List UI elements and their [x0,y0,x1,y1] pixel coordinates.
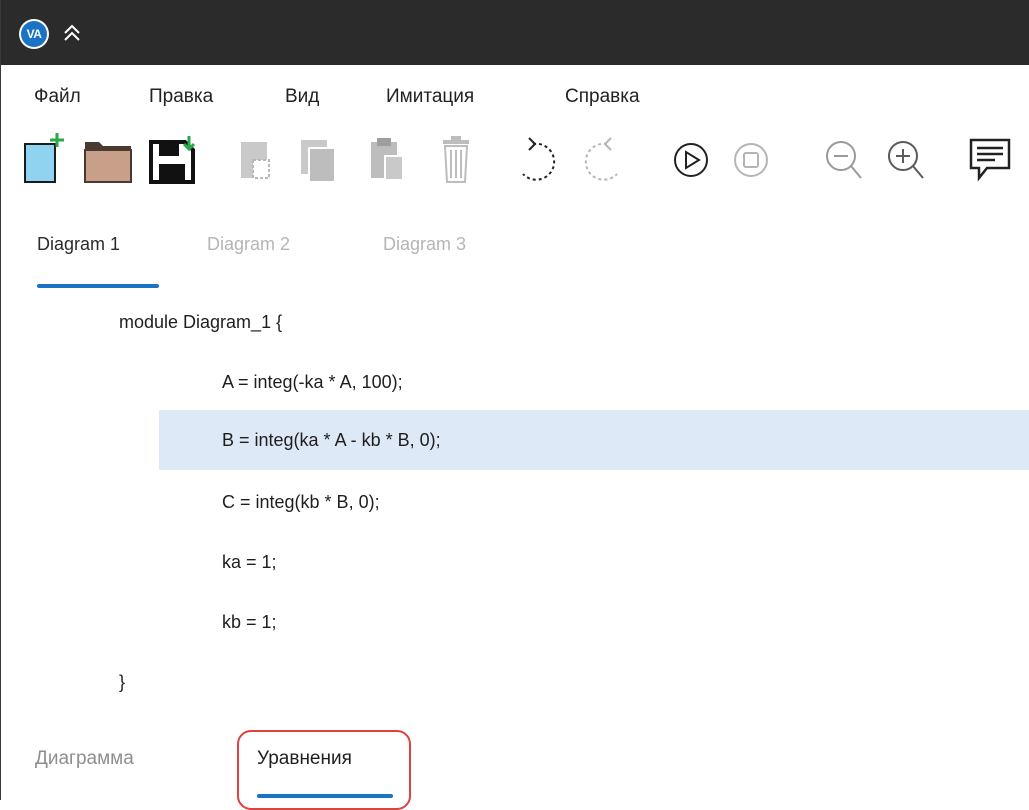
active-view-indicator [257,794,393,798]
menu-item-view[interactable]: Вид [285,86,319,108]
code-line-text: } [119,672,126,692]
save-icon[interactable] [147,130,201,188]
app-logo-icon: VA [19,19,49,49]
equations-editor[interactable]: module Diagram_1 { A = integ(-ka * A, 10… [1,292,1029,722]
tab-diagram-3[interactable]: Diagram 3 [383,234,466,255]
code-line-text: module Diagram_1 { [119,312,283,332]
tab-equations-view[interactable]: Уравнения [257,748,352,770]
redo-icon[interactable] [577,130,631,188]
code-line[interactable]: A = integ(-ka * A, 100); [1,352,1029,412]
menu-item-edit[interactable]: Правка [149,86,213,108]
code-line-text: ka = 1; [222,552,277,572]
view-tabs: Диаграмма Уравнения [1,722,1029,810]
menu-bar: Файл Правка Вид Имитация Справка [1,78,1029,118]
code-line-text: C = integ(kb * B, 0); [222,492,380,512]
code-line[interactable]: module Diagram_1 { [1,292,1029,352]
undo-icon[interactable] [515,130,569,188]
code-line[interactable]: C = integ(kb * B, 0); [1,472,1029,532]
app-logo-text: VA [21,21,47,47]
code-line[interactable]: } [1,652,1029,712]
code-line-text: B = integ(ka * A - kb * B, 0); [222,430,441,450]
tab-diagram-2[interactable]: Diagram 2 [207,234,290,255]
open-folder-icon[interactable] [81,130,135,188]
code-line[interactable]: ka = 1; [1,532,1029,592]
toolbar [1,130,1029,190]
tab-diagram-1[interactable]: Diagram 1 [37,234,120,255]
new-file-icon[interactable] [21,130,75,188]
zoom-in-icon[interactable] [883,130,937,188]
play-icon[interactable] [669,130,723,188]
app-window: VA Файл Правка Вид Имитация Справка Diag… [0,0,1029,810]
menu-item-simulation[interactable]: Имитация [386,86,474,108]
title-bar: VA [1,0,1029,65]
cut-icon[interactable] [235,130,289,188]
paste-icon[interactable] [367,130,421,188]
code-line[interactable]: kb = 1; [1,592,1029,652]
chevron-double-up-icon[interactable] [59,19,85,47]
focus-ring [237,730,411,810]
trash-icon[interactable] [435,130,489,188]
active-tab-indicator [37,284,159,288]
code-line-text: A = integ(-ka * A, 100); [222,372,403,392]
code-line-text: kb = 1; [222,612,277,632]
zoom-out-icon[interactable] [821,130,875,188]
menu-item-file[interactable]: Файл [34,86,81,108]
tab-diagram-view[interactable]: Диаграмма [35,748,134,770]
document-tabs: Diagram 1 Diagram 2 Diagram 3 [1,228,1029,292]
comment-icon[interactable] [967,130,1021,188]
stop-icon[interactable] [729,130,783,188]
code-line-highlighted[interactable]: B = integ(ka * A - kb * B, 0); [1,410,1029,470]
copy-icon[interactable] [295,130,349,188]
menu-item-help[interactable]: Справка [565,86,640,108]
